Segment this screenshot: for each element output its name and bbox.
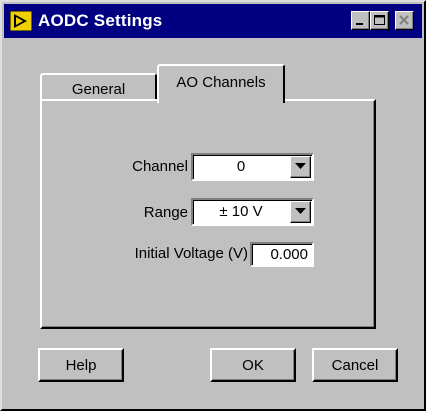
- initial-voltage-label: Initial Voltage (V): [134, 245, 248, 262]
- cancel-button[interactable]: Cancel: [312, 348, 398, 382]
- range-label: Range: [143, 204, 188, 221]
- channel-value: 0: [236, 158, 246, 175]
- channel-label: Channel: [132, 158, 188, 175]
- help-button[interactable]: Help: [38, 348, 124, 382]
- ok-button[interactable]: OK: [210, 348, 296, 382]
- chevron-down-icon: [295, 208, 306, 214]
- range-value: ± 10 V: [219, 203, 263, 220]
- initial-voltage-input[interactable]: 0.000: [250, 242, 314, 267]
- range-select[interactable]: ± 10 V: [191, 198, 314, 226]
- range-dropdown-button[interactable]: [290, 201, 311, 223]
- channel-dropdown-button[interactable]: [290, 156, 311, 178]
- chevron-down-icon: [295, 163, 306, 169]
- channel-select[interactable]: 0: [191, 153, 314, 181]
